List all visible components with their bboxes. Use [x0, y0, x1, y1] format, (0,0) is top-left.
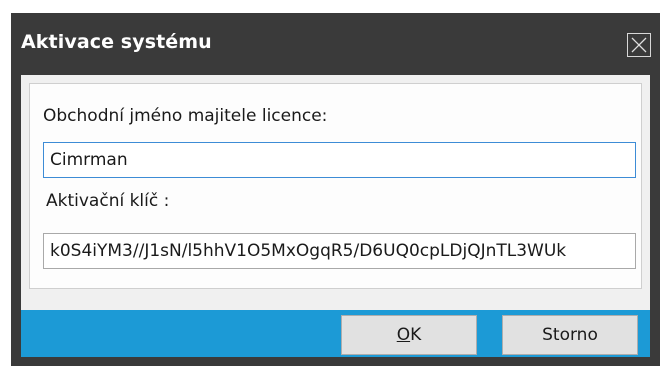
activation-key-value: k0S4iYM3//J1sN/l5hhV1O5MxOgqR5/D6UQ0cpLD… [50, 241, 567, 261]
title-bar[interactable]: Aktivace systému [11, 13, 660, 75]
activation-key-field[interactable]: k0S4iYM3//J1sN/l5hhV1O5MxOgqR5/D6UQ0cpLD… [43, 233, 636, 269]
dialog-body: Obchodní jméno majitele licence: Cimrman… [21, 75, 650, 310]
button-bar: OK Storno [21, 310, 650, 357]
activation-dialog: Aktivace systému Obchodní jméno majitele… [11, 13, 660, 366]
cancel-button[interactable]: Storno [502, 315, 638, 355]
activation-key-label: Aktivační klíč : [46, 191, 170, 211]
ok-mnemonic: O [396, 325, 411, 345]
dialog-title: Aktivace systému [21, 31, 212, 53]
owner-name-field[interactable]: Cimrman [43, 142, 636, 178]
license-group-box: Obchodní jméno majitele licence: Cimrman… [29, 83, 642, 289]
owner-name-value: Cimrman [50, 150, 128, 170]
ok-label-rest: K [410, 325, 422, 345]
ok-button[interactable]: OK [341, 315, 477, 355]
owner-name-label: Obchodní jméno majitele licence: [43, 106, 328, 126]
close-icon [631, 37, 647, 53]
close-button[interactable] [627, 33, 651, 57]
